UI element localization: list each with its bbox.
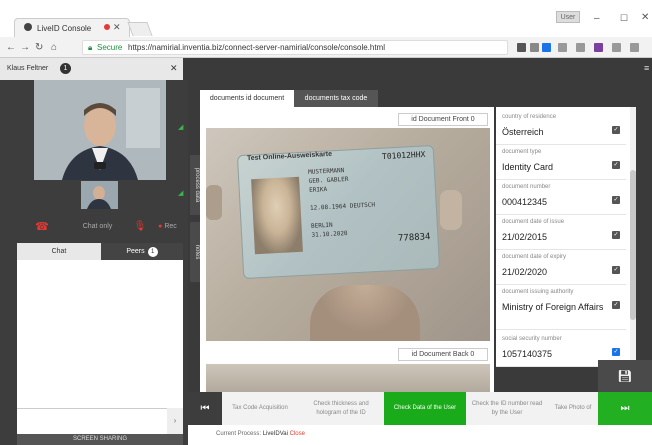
field-country-of-residence[interactable]: country of residence Österreich ✓ [496,110,626,145]
field-checkbox[interactable]: ✓ [612,348,620,356]
extension-icon-2[interactable] [576,43,585,52]
step-check-data-of-user[interactable]: Check Data of the User [384,392,466,425]
field-document-type[interactable]: document type Identity Card ✓ [496,145,626,180]
extension-icon-4[interactable] [612,43,621,52]
field-value[interactable]: 1057140375 [502,349,552,359]
current-process-name: LiveIDVai [262,431,288,437]
field-label: document number [502,184,551,190]
microphone-muted-icon[interactable]: 🎙︎ [130,217,150,237]
record-label: Rec [164,223,177,230]
tab-title: LiveID Console [37,24,92,33]
field-value[interactable]: Österreich [502,127,544,137]
field-value[interactable]: 21/02/2015 [502,232,547,242]
id-card-portrait [251,176,303,255]
tab-documents-tax-code[interactable]: documents tax code [294,90,378,107]
field-checkbox[interactable]: ✓ [612,196,620,204]
back-icon[interactable]: ← [6,42,16,53]
id-card-can: 778834 [397,232,431,244]
signal-strength-icon: ◢ [178,190,184,197]
secure-label: Secure [97,43,123,52]
person-behind-card [310,285,420,341]
hangup-icon[interactable]: ☎ [17,217,67,237]
current-process-label: Current Process: [216,431,262,437]
field-label: document issuing authority [502,289,574,295]
window-user-badge[interactable]: User [556,11,580,23]
step-check-id-number[interactable]: Check the ID number read by the User [466,392,548,425]
id-document-back-label: id Document Back 0 [398,348,488,361]
field-value[interactable]: 000412345 [502,197,547,207]
field-checkbox[interactable]: ✓ [612,266,620,274]
extension-icon-5[interactable] [630,43,639,52]
extension-icon-1[interactable] [558,43,567,52]
hand-left [206,185,222,220]
field-value[interactable]: Ministry of Foreign Affairs [502,302,607,313]
home-icon[interactable]: ⌂ [51,42,57,53]
hand-right [440,190,462,230]
fields-scrollbar-thumb[interactable] [630,170,636,320]
step-tax-code-acquisition[interactable]: Tax Code Acquisition [222,392,298,425]
tab-close-icon[interactable]: ✕ [113,22,121,33]
current-process: Current Process: LiveIDVai Close [216,431,305,437]
field-checkbox[interactable]: ✓ [612,301,620,309]
field-issuing-authority[interactable]: document issuing authority Ministry of F… [496,285,626,330]
id-document-front-label: id Document Front 0 [398,113,488,126]
lock-icon: 🔒︎ [88,43,93,52]
id-back-photo[interactable] [206,364,490,392]
forward-icon[interactable]: → [20,42,30,53]
local-video-thumbnail[interactable] [81,181,118,209]
save-icon[interactable]: 💾︎ [598,360,652,392]
field-label: social security number [502,336,562,342]
process-close-link[interactable]: Close [290,431,305,437]
field-label: document date of issue [502,219,565,225]
field-label: document date of expiry [502,254,567,260]
pin-icon[interactable] [530,43,539,52]
peers-label: Peers [126,248,145,255]
chat-send-icon[interactable]: › [167,408,183,434]
minimize-icon[interactable]: – [594,13,600,24]
tab-favicon-icon [24,23,32,31]
tab-chat[interactable]: Chat [17,243,101,260]
field-value[interactable]: 21/02/2020 [502,267,547,277]
camera-icon[interactable] [517,43,526,52]
field-document-number[interactable]: document number 000412345 ✓ [496,180,626,215]
step-check-thickness-hologram[interactable]: Check thickness and hologram of the ID [298,392,384,425]
field-checkbox[interactable]: ✓ [612,231,620,239]
peers-count-badge: 1 [147,247,158,257]
recording-indicator-icon [104,24,110,30]
previous-step-icon[interactable]: ⏮︎ [188,392,222,425]
extension-icon-3[interactable] [594,43,603,52]
tab-documents-id[interactable]: documents id document [200,90,294,107]
reload-icon[interactable]: ↻ [35,42,43,53]
field-value[interactable]: Identity Card [502,162,553,172]
url-text[interactable]: https://namirial.inventia.biz/connect-se… [128,43,385,52]
window-close-icon[interactable]: ✕ [641,12,649,23]
menu-icon[interactable]: ≡ [644,63,649,73]
field-date-of-issue[interactable]: document date of issue 21/02/2015 ✓ [496,215,626,250]
next-step-icon[interactable]: ⏭︎ [598,392,652,425]
chat-only-button[interactable]: Chat only [70,217,125,237]
field-checkbox[interactable]: ✓ [612,126,620,134]
chat-panel [17,243,183,433]
tab-peers[interactable]: Peers 1 [101,243,183,260]
record-button[interactable]: ● Rec [151,217,184,237]
signal-strength-icon: ◢ [178,124,184,131]
screen-sharing-button[interactable]: SCREEN SHARING [17,434,183,445]
field-date-of-expiry[interactable]: document date of expiry 21/02/2020 ✓ [496,250,626,285]
field-label: country of residence [502,114,557,120]
field-label: document type [502,149,542,155]
agent-name: Klaus Feltner [7,65,49,72]
star-icon[interactable] [542,43,551,52]
field-checkbox[interactable]: ✓ [612,161,620,169]
agent-close-icon[interactable]: ✕ [170,63,178,74]
agent-badge: 1 [60,63,71,74]
step-take-photo[interactable]: Take Photo of [548,392,598,425]
chat-message-input[interactable] [17,408,167,434]
maximize-icon[interactable]: ☐ [620,13,628,24]
remote-video [34,80,166,180]
